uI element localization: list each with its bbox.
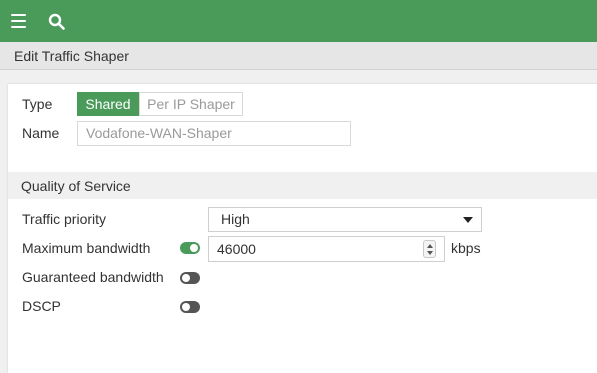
toggle-knob [182,303,190,311]
max-bandwidth-unit: kbps [451,240,481,256]
name-input[interactable]: Vodafone-WAN-Shaper [77,121,351,146]
spinner-up-icon[interactable] [427,244,433,248]
search-icon[interactable] [48,13,65,30]
max-bandwidth-label: Maximum bandwidth [22,240,151,256]
guaranteed-bandwidth-label: Guaranteed bandwidth [22,269,164,285]
type-shared-option[interactable]: Shared [77,92,139,116]
toggle-knob [190,244,198,252]
edit-form-panel: Type Shared Per IP Shaper Name Vodafone-… [8,84,597,373]
traffic-priority-select[interactable]: High [208,207,482,232]
spinner-icon[interactable] [423,240,436,258]
qos-section-title: Quality of Service [21,178,131,194]
dscp-label: DSCP [22,298,61,314]
toggle-knob [182,274,190,282]
spinner-down-icon[interactable] [427,251,433,255]
page-title: Edit Traffic Shaper [14,48,129,64]
top-navigation-bar [0,0,597,42]
name-label: Name [22,125,60,141]
max-bandwidth-toggle[interactable] [180,242,200,254]
type-per-ip-shaper-option[interactable]: Per IP Shaper [139,92,243,116]
traffic-priority-value: High [221,211,250,227]
type-label: Type [22,96,53,112]
hamburger-menu-icon[interactable] [11,14,26,28]
max-bandwidth-input[interactable]: 46000 [208,236,445,262]
page-header: Edit Traffic Shaper [0,42,597,70]
dscp-toggle[interactable] [180,301,200,313]
guaranteed-bandwidth-toggle[interactable] [180,272,200,284]
traffic-priority-label: Traffic priority [22,211,107,227]
max-bandwidth-value: 46000 [217,241,256,257]
caret-down-icon [463,217,473,223]
qos-section-header: Quality of Service [8,172,597,199]
